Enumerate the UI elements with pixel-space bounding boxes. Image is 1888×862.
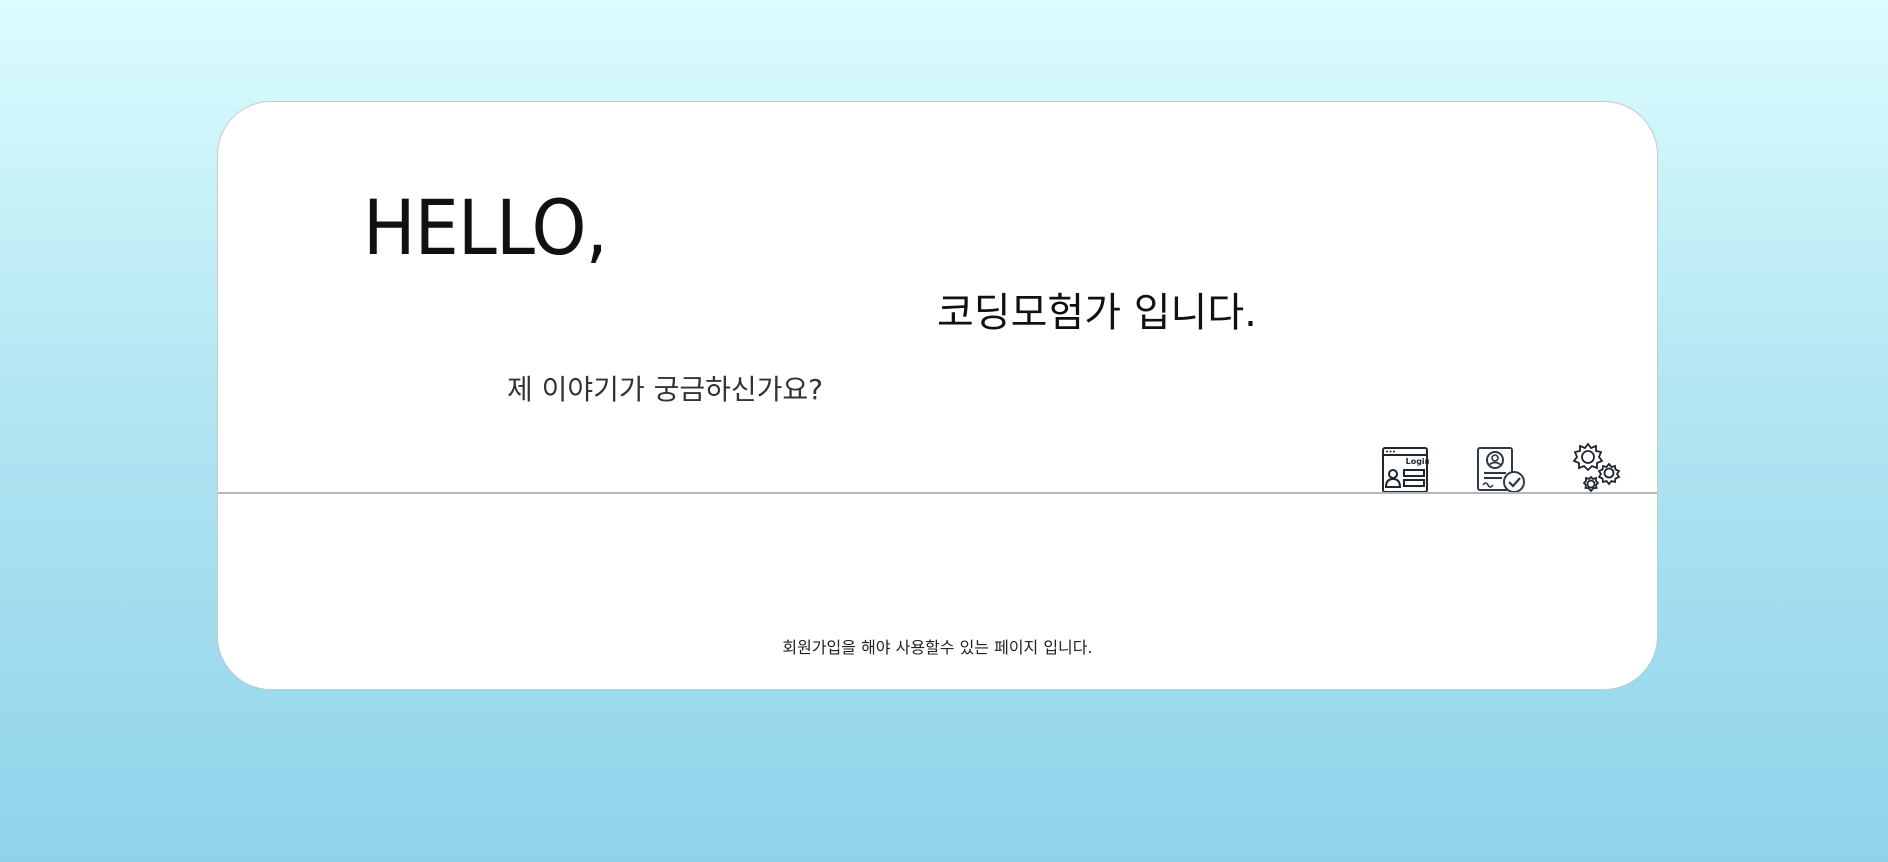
signup-required-note: 회원가입을 해야 사용할수 있는 페이지 입니다. [782,638,1093,657]
question-text: 제 이야기가 궁금하신가요? [507,373,824,406]
login-icon-label: Login [1406,457,1429,466]
profile-button[interactable] [1475,442,1527,494]
login-button[interactable]: Login [1379,442,1431,494]
profile-verified-icon [1477,447,1525,493]
icon-toolbar: Login [1335,442,1657,494]
intro-text: 코딩모험가 입니다. [937,290,1257,336]
settings-button[interactable] [1571,442,1623,494]
greeting-heading: HELLO, [363,183,608,272]
section-divider [218,492,1657,494]
settings-gears-icon [1572,442,1621,493]
welcome-card: HELLO, 코딩모험가 입니다. 제 이야기가 궁금하신가요? Login 회… [217,101,1658,690]
login-icon: Login [1382,447,1429,493]
